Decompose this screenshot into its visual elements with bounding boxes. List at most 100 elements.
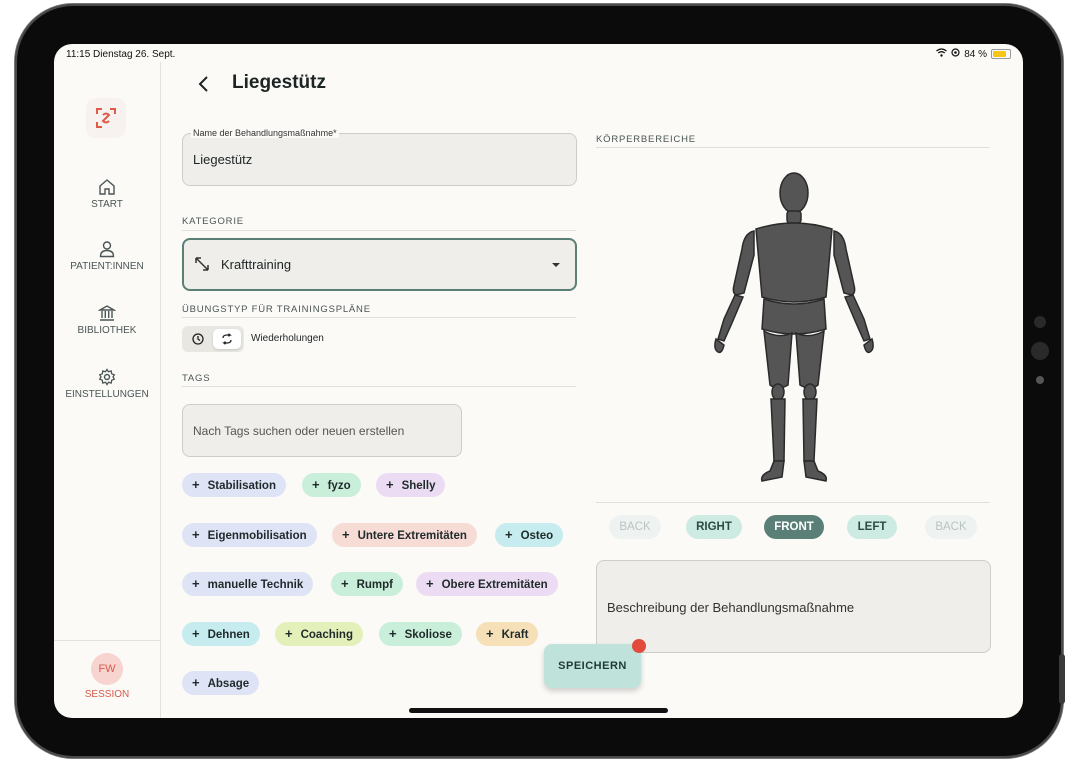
sidebar-item-label: BIBLIOTHEK xyxy=(77,325,137,336)
tag-chip[interactable]: + Kraft xyxy=(476,622,539,646)
tag-chip[interactable]: + Stabilisation xyxy=(182,473,286,497)
description-field[interactable]: Beschreibung der Behandlungsmaßnahme xyxy=(596,560,991,653)
body-regions-label: KÖRPERBEREICHE xyxy=(596,134,696,145)
divider xyxy=(596,147,990,148)
plus-icon: + xyxy=(389,626,397,641)
exercise-type-label: ÜBUNGSTYP FÜR TRAININGSPLÄNE xyxy=(182,304,371,315)
plus-icon: + xyxy=(192,675,200,690)
tag-label: fyzo xyxy=(327,480,351,492)
sensor-dot xyxy=(1036,376,1044,384)
battery-icon xyxy=(991,49,1011,59)
plus-icon: + xyxy=(505,527,513,542)
plus-icon: + xyxy=(192,477,200,492)
category-select[interactable]: Krafttraining xyxy=(182,238,577,291)
description-placeholder: Beschreibung der Behandlungsmaßnahme xyxy=(607,600,855,615)
divider xyxy=(182,317,576,318)
tag-chip[interactable]: + Rumpf xyxy=(331,572,404,596)
tag-label: Untere Extremitäten xyxy=(357,530,467,542)
sidebar-item-label: EINSTELLUNGEN xyxy=(65,389,149,400)
sidebar-item-patients[interactable]: PATIENT:INNEN xyxy=(54,240,160,272)
tag-chip[interactable]: + manuelle Technik xyxy=(182,572,314,596)
tag-label: Osteo xyxy=(520,530,554,542)
resize-arrows-icon xyxy=(195,257,209,271)
sidebar-item-label: START xyxy=(91,199,123,210)
plus-icon: + xyxy=(486,626,494,641)
location-icon xyxy=(951,48,960,60)
gear-icon xyxy=(98,368,116,386)
back-button[interactable] xyxy=(194,74,214,94)
session-label: SESSION xyxy=(84,689,130,700)
view-button-left[interactable]: LEFT xyxy=(847,515,897,539)
tag-label: Dehnen xyxy=(207,629,250,641)
side-button xyxy=(1059,654,1065,704)
exercise-type-value: Wiederholungen xyxy=(251,333,324,344)
tag-chip[interactable]: + Osteo xyxy=(495,523,564,547)
name-field-label: Name der Behandlungsmaßnahme* xyxy=(191,128,339,138)
name-field[interactable]: Name der Behandlungsmaßnahme* Liegestütz xyxy=(182,128,577,186)
view-button-back: BACK xyxy=(925,515,977,539)
plus-icon: + xyxy=(341,576,349,591)
screen: 11:15 Dienstag 26. Sept. 84 % START PATI… xyxy=(54,44,1023,718)
tag-search-placeholder: Nach Tags suchen oder neuen erstellen xyxy=(193,424,405,438)
tag-chip[interactable]: + fyzo xyxy=(302,473,361,497)
tag-chip[interactable]: + Absage xyxy=(182,671,260,695)
tag-chip[interactable]: + Coaching xyxy=(275,622,363,646)
battery-percent: 84 % xyxy=(964,48,987,60)
home-icon xyxy=(99,179,115,195)
tags-label: TAGS xyxy=(182,373,211,384)
name-field-value: Liegestütz xyxy=(193,152,253,167)
library-icon xyxy=(98,305,116,321)
plus-icon: + xyxy=(192,527,200,542)
tag-chip[interactable]: + Shelly xyxy=(376,473,446,497)
avatar: FW xyxy=(91,653,123,685)
view-button-right[interactable]: RIGHT xyxy=(686,515,742,539)
tag-label: Coaching xyxy=(300,629,353,641)
tag-label: manuelle Technik xyxy=(207,579,304,591)
view-button-back: BACK xyxy=(609,515,661,539)
session-button[interactable]: FW SESSION xyxy=(54,640,160,718)
tag-chip[interactable]: + Untere Extremitäten xyxy=(332,523,477,547)
tag-chip[interactable]: + Eigenmobilisation xyxy=(182,523,317,547)
plus-icon: + xyxy=(312,477,320,492)
sidebar-item-label: PATIENT:INNEN xyxy=(70,261,144,272)
camera-lens xyxy=(1031,342,1049,360)
tag-label: Skoliose xyxy=(404,629,452,641)
category-value: Krafttraining xyxy=(221,257,292,272)
plus-icon: + xyxy=(426,576,434,591)
sensor-dot xyxy=(1034,316,1046,328)
body-figure[interactable] xyxy=(704,169,884,489)
sidebar-item-start[interactable]: START xyxy=(54,178,160,210)
person-icon xyxy=(99,241,115,258)
plus-icon: + xyxy=(192,626,200,641)
category-label: KATEGORIE xyxy=(182,216,244,227)
tag-chip[interactable]: + Dehnen xyxy=(182,622,260,646)
tag-search-input[interactable]: Nach Tags suchen oder neuen erstellen xyxy=(182,404,462,457)
repetitions-option[interactable] xyxy=(213,329,241,349)
chevron-left-icon xyxy=(198,76,208,92)
sidebar: START PATIENT:INNEN BIBLIOTHEK EINSTELLU… xyxy=(54,62,161,718)
save-button[interactable]: SPEICHERN xyxy=(544,644,641,688)
notification-dot xyxy=(632,639,646,653)
clock-icon xyxy=(192,333,204,345)
tag-label: Absage xyxy=(207,678,250,690)
app-logo xyxy=(86,98,126,138)
plus-icon: + xyxy=(386,477,394,492)
status-time: 11:15 Dienstag 26. Sept. xyxy=(66,49,176,60)
divider xyxy=(182,230,576,231)
divider xyxy=(596,502,990,503)
wifi-icon xyxy=(936,48,948,60)
tag-label: Shelly xyxy=(401,480,436,492)
repeat-icon xyxy=(222,333,232,345)
page-title: Liegestütz xyxy=(232,72,326,93)
plus-icon: + xyxy=(342,527,350,542)
tag-chip[interactable]: + Obere Extremitäten xyxy=(416,572,558,596)
view-button-front[interactable]: FRONT xyxy=(764,515,824,539)
plus-icon: + xyxy=(192,576,200,591)
duration-option[interactable] xyxy=(185,329,211,349)
exercise-type-toggle xyxy=(182,326,244,352)
sidebar-item-library[interactable]: BIBLIOTHEK xyxy=(54,304,160,336)
tag-chip[interactable]: + Skoliose xyxy=(379,622,462,646)
home-indicator[interactable] xyxy=(409,708,668,713)
status-bar: 11:15 Dienstag 26. Sept. 84 % xyxy=(54,44,1023,62)
sidebar-item-settings[interactable]: EINSTELLUNGEN xyxy=(54,368,160,400)
